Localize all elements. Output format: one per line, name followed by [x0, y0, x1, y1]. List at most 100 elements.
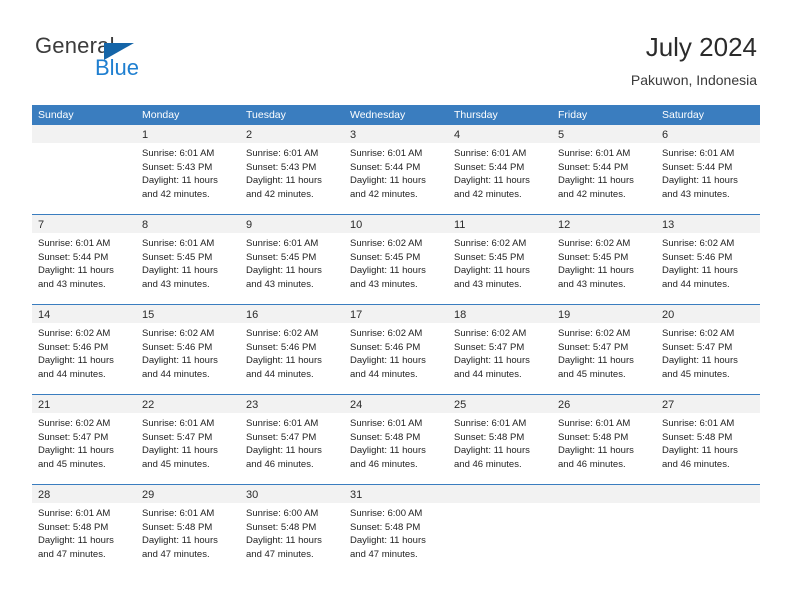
day-number: 13	[662, 219, 675, 231]
sunset-time: Sunset: 5:45 PM	[142, 251, 213, 263]
day-number: 12	[558, 219, 571, 231]
calendar-day-cell[interactable]: 19 Sunrise: 6:02 AM Sunset: 5:47 PM Dayligh…	[552, 305, 656, 394]
brand-logo[interactable]: General Blue	[35, 33, 255, 89]
sunset-time: Sunset: 5:46 PM	[142, 341, 213, 353]
day-number: 9	[246, 219, 253, 231]
day-number-band: 9	[240, 215, 344, 233]
calendar-day-cell[interactable]: 23 Sunrise: 6:01 AM Sunset: 5:47 PM Dayligh…	[240, 395, 344, 484]
day-number: 10	[350, 219, 363, 231]
day-details: Sunrise: 6:01 AM Sunset: 5:48 PM Daylight:…	[136, 503, 240, 561]
day-number-band	[656, 485, 760, 503]
calendar-day-cell[interactable]: 1 Sunrise: 6:01 AM Sunset: 5:43 PM Daylight…	[136, 125, 240, 214]
day-number-band: 25	[448, 395, 552, 413]
calendar-day-cell[interactable]: 20 Sunrise: 6:02 AM Sunset: 5:47 PM Dayligh…	[656, 305, 760, 394]
daylight-duration: and 43 minutes.	[38, 278, 106, 290]
calendar-grid: Sunday Monday Tuesday Wednesday Thursday…	[32, 105, 760, 574]
calendar-day-cell[interactable]: 13 Sunrise: 6:02 AM Sunset: 5:46 PM Dayligh…	[656, 215, 760, 304]
day-details: Sunrise: 6:01 AM Sunset: 5:44 PM Daylight:…	[448, 143, 552, 201]
sunrise-time: Sunrise: 6:02 AM	[246, 328, 319, 339]
day-number-band	[552, 485, 656, 503]
calendar-day-cell[interactable]: 27 Sunrise: 6:01 AM Sunset: 5:48 PM Dayligh…	[656, 395, 760, 484]
weekday-header-sunday: Sunday	[38, 109, 74, 121]
day-number-band: 3	[344, 125, 448, 143]
daylight-duration: Daylight: 11 hours	[350, 265, 426, 276]
day-number: 6	[662, 129, 669, 141]
daylight-duration: and 45 minutes.	[558, 368, 626, 380]
calendar-day-cell[interactable]: 18 Sunrise: 6:02 AM Sunset: 5:47 PM Dayligh…	[448, 305, 552, 394]
day-details: Sunrise: 6:01 AM Sunset: 5:48 PM Daylight:…	[344, 413, 448, 471]
calendar-day-cell[interactable]: 6 Sunrise: 6:01 AM Sunset: 5:44 PM Daylight…	[656, 125, 760, 214]
calendar-week-row: 7 Sunrise: 6:01 AM Sunset: 5:44 PM Daylight…	[32, 214, 760, 304]
calendar-day-cell[interactable]: 17 Sunrise: 6:02 AM Sunset: 5:46 PM Dayligh…	[344, 305, 448, 394]
page-subtitle-location: Pakuwon, Indonesia	[630, 72, 757, 88]
calendar-day-cell[interactable]: 22 Sunrise: 6:01 AM Sunset: 5:47 PM Dayligh…	[136, 395, 240, 484]
day-number-band: 24	[344, 395, 448, 413]
sunrise-time: Sunrise: 6:01 AM	[142, 148, 215, 159]
calendar-day-cell[interactable]: 11 Sunrise: 6:02 AM Sunset: 5:45 PM Dayligh…	[448, 215, 552, 304]
day-number-band: 2	[240, 125, 344, 143]
calendar-day-cell[interactable]: 8 Sunrise: 6:01 AM Sunset: 5:45 PM Daylight…	[136, 215, 240, 304]
weekday-header-monday: Monday	[142, 109, 180, 121]
calendar-day-cell[interactable]: 31 Sunrise: 6:00 AM Sunset: 5:48 PM Dayligh…	[344, 485, 448, 574]
day-details: Sunrise: 6:01 AM Sunset: 5:43 PM Daylight:…	[240, 143, 344, 201]
calendar-day-cell[interactable]: 16 Sunrise: 6:02 AM Sunset: 5:46 PM Dayligh…	[240, 305, 344, 394]
day-number-band: 22	[136, 395, 240, 413]
daylight-duration: Daylight: 11 hours	[350, 445, 426, 456]
day-number: 26	[558, 399, 571, 411]
day-number-band: 4	[448, 125, 552, 143]
sunset-time: Sunset: 5:48 PM	[662, 431, 733, 443]
sunrise-time: Sunrise: 6:01 AM	[558, 418, 631, 429]
sunrise-time: Sunrise: 6:01 AM	[454, 148, 527, 159]
calendar-day-cell[interactable]: 15 Sunrise: 6:02 AM Sunset: 5:46 PM Dayligh…	[136, 305, 240, 394]
daylight-duration: and 45 minutes.	[142, 458, 210, 470]
daylight-duration: and 47 minutes.	[246, 548, 314, 560]
daylight-duration: Daylight: 11 hours	[662, 265, 738, 276]
sunset-time: Sunset: 5:47 PM	[246, 431, 317, 443]
calendar-day-cell[interactable]: 10 Sunrise: 6:02 AM Sunset: 5:45 PM Dayligh…	[344, 215, 448, 304]
day-number-band: 30	[240, 485, 344, 503]
calendar-day-cell[interactable]: 26 Sunrise: 6:01 AM Sunset: 5:48 PM Dayligh…	[552, 395, 656, 484]
sunrise-time: Sunrise: 6:02 AM	[454, 328, 527, 339]
sunset-time: Sunset: 5:48 PM	[38, 521, 109, 533]
calendar-day-cell[interactable]: 7 Sunrise: 6:01 AM Sunset: 5:44 PM Daylight…	[32, 215, 136, 304]
sunrise-time: Sunrise: 6:01 AM	[662, 418, 735, 429]
daylight-duration: Daylight: 11 hours	[558, 265, 634, 276]
sunrise-time: Sunrise: 6:01 AM	[350, 148, 423, 159]
day-number-band: 5	[552, 125, 656, 143]
daylight-duration: Daylight: 11 hours	[454, 445, 530, 456]
calendar-day-cell[interactable]: 2 Sunrise: 6:01 AM Sunset: 5:43 PM Daylight…	[240, 125, 344, 214]
calendar-day-cell[interactable]: 24 Sunrise: 6:01 AM Sunset: 5:48 PM Dayligh…	[344, 395, 448, 484]
sunset-time: Sunset: 5:48 PM	[350, 521, 421, 533]
calendar-day-cell[interactable]: 14 Sunrise: 6:02 AM Sunset: 5:46 PM Dayligh…	[32, 305, 136, 394]
calendar-day-cell[interactable]: 30 Sunrise: 6:00 AM Sunset: 5:48 PM Dayligh…	[240, 485, 344, 574]
sunrise-time: Sunrise: 6:02 AM	[38, 418, 111, 429]
calendar-week-row: 14 Sunrise: 6:02 AM Sunset: 5:46 PM Dayligh…	[32, 304, 760, 394]
calendar-day-cell[interactable]: 25 Sunrise: 6:01 AM Sunset: 5:48 PM Dayligh…	[448, 395, 552, 484]
day-details: Sunrise: 6:02 AM Sunset: 5:47 PM Daylight:…	[448, 323, 552, 381]
daylight-duration: Daylight: 11 hours	[142, 535, 218, 546]
daylight-duration: and 47 minutes.	[142, 548, 210, 560]
calendar-day-cell[interactable]: 5 Sunrise: 6:01 AM Sunset: 5:44 PM Daylight…	[552, 125, 656, 214]
sunset-time: Sunset: 5:46 PM	[246, 341, 317, 353]
sunset-time: Sunset: 5:45 PM	[558, 251, 629, 263]
day-details	[656, 503, 760, 507]
sunset-time: Sunset: 5:45 PM	[350, 251, 421, 263]
daylight-duration: and 45 minutes.	[662, 368, 730, 380]
calendar-day-cell[interactable]: 9 Sunrise: 6:01 AM Sunset: 5:45 PM Daylight…	[240, 215, 344, 304]
weekday-header-thursday: Thursday	[454, 109, 498, 121]
calendar-day-cell[interactable]: 12 Sunrise: 6:02 AM Sunset: 5:45 PM Dayligh…	[552, 215, 656, 304]
day-details: Sunrise: 6:00 AM Sunset: 5:48 PM Daylight:…	[240, 503, 344, 561]
calendar-day-cell[interactable]: 28 Sunrise: 6:01 AM Sunset: 5:48 PM Dayligh…	[32, 485, 136, 574]
sunset-time: Sunset: 5:47 PM	[454, 341, 525, 353]
daylight-duration: and 44 minutes.	[454, 368, 522, 380]
day-details: Sunrise: 6:01 AM Sunset: 5:48 PM Daylight:…	[448, 413, 552, 471]
calendar-day-cell[interactable]: 3 Sunrise: 6:01 AM Sunset: 5:44 PM Daylight…	[344, 125, 448, 214]
daylight-duration: Daylight: 11 hours	[558, 355, 634, 366]
daylight-duration: and 43 minutes.	[558, 278, 626, 290]
calendar-day-cell[interactable]: 4 Sunrise: 6:01 AM Sunset: 5:44 PM Daylight…	[448, 125, 552, 214]
sunset-time: Sunset: 5:47 PM	[38, 431, 109, 443]
calendar-day-cell[interactable]: 21 Sunrise: 6:02 AM Sunset: 5:47 PM Dayligh…	[32, 395, 136, 484]
daylight-duration: and 43 minutes.	[350, 278, 418, 290]
calendar-day-cell[interactable]: 29 Sunrise: 6:01 AM Sunset: 5:48 PM Dayligh…	[136, 485, 240, 574]
day-details: Sunrise: 6:00 AM Sunset: 5:48 PM Daylight:…	[344, 503, 448, 561]
